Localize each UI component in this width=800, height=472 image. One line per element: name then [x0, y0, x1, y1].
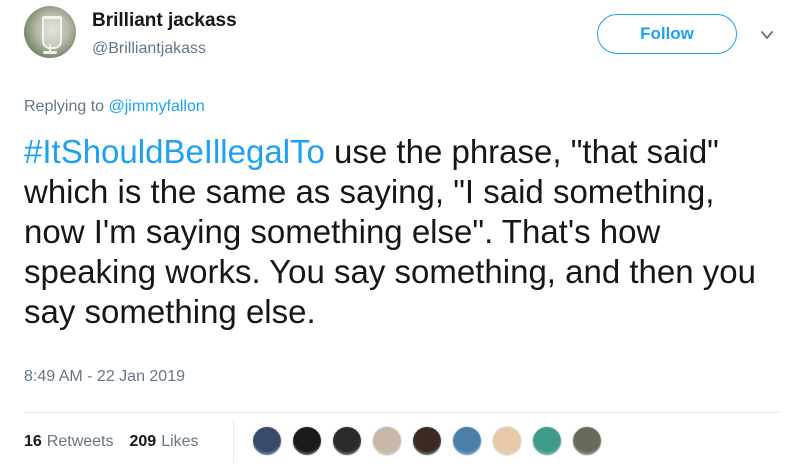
tweet-text: #ItShouldBeIllegalTo use the phrase, "th… [24, 132, 784, 332]
chevron-down-icon[interactable] [760, 28, 774, 42]
reply-mention-link[interactable]: @jimmyfallon [109, 98, 205, 115]
divider [24, 412, 780, 413]
retweets-label: Retweets [46, 433, 114, 450]
author-avatar[interactable] [24, 6, 76, 58]
retweets-stat[interactable]: 16 Retweets [24, 433, 114, 451]
likes-count: 209 [129, 433, 157, 450]
likers-avatars [252, 424, 612, 458]
author-handle[interactable]: @Brilliantjakass [92, 40, 206, 58]
hashtag-link[interactable]: #ItShouldBeIllegalTo [24, 133, 325, 170]
likes-label: Likes [161, 433, 199, 450]
liker-avatar[interactable] [452, 426, 482, 456]
retweets-count: 16 [24, 433, 42, 450]
liker-avatar[interactable] [492, 426, 522, 456]
tweet-timestamp[interactable]: 8:49 AM - 22 Jan 2019 [24, 368, 185, 386]
liker-avatar[interactable] [532, 426, 562, 456]
stats-divider [233, 419, 234, 463]
liker-avatar[interactable] [292, 426, 322, 456]
liker-avatar[interactable] [412, 426, 442, 456]
reply-context: Replying to @jimmyfallon [24, 98, 205, 116]
reply-prefix: Replying to [24, 98, 109, 115]
author-display-name[interactable]: Brilliant jackass [92, 10, 237, 32]
martini-glass-icon [42, 16, 62, 49]
likes-stat[interactable]: 209 Likes [130, 433, 199, 451]
liker-avatar[interactable] [332, 426, 362, 456]
liker-avatar[interactable] [252, 426, 282, 456]
liker-avatar[interactable] [572, 426, 602, 456]
follow-button[interactable]: Follow [597, 14, 737, 54]
tweet-stats: 16 Retweets 209 Likes [24, 428, 215, 456]
liker-avatar[interactable] [372, 426, 402, 456]
